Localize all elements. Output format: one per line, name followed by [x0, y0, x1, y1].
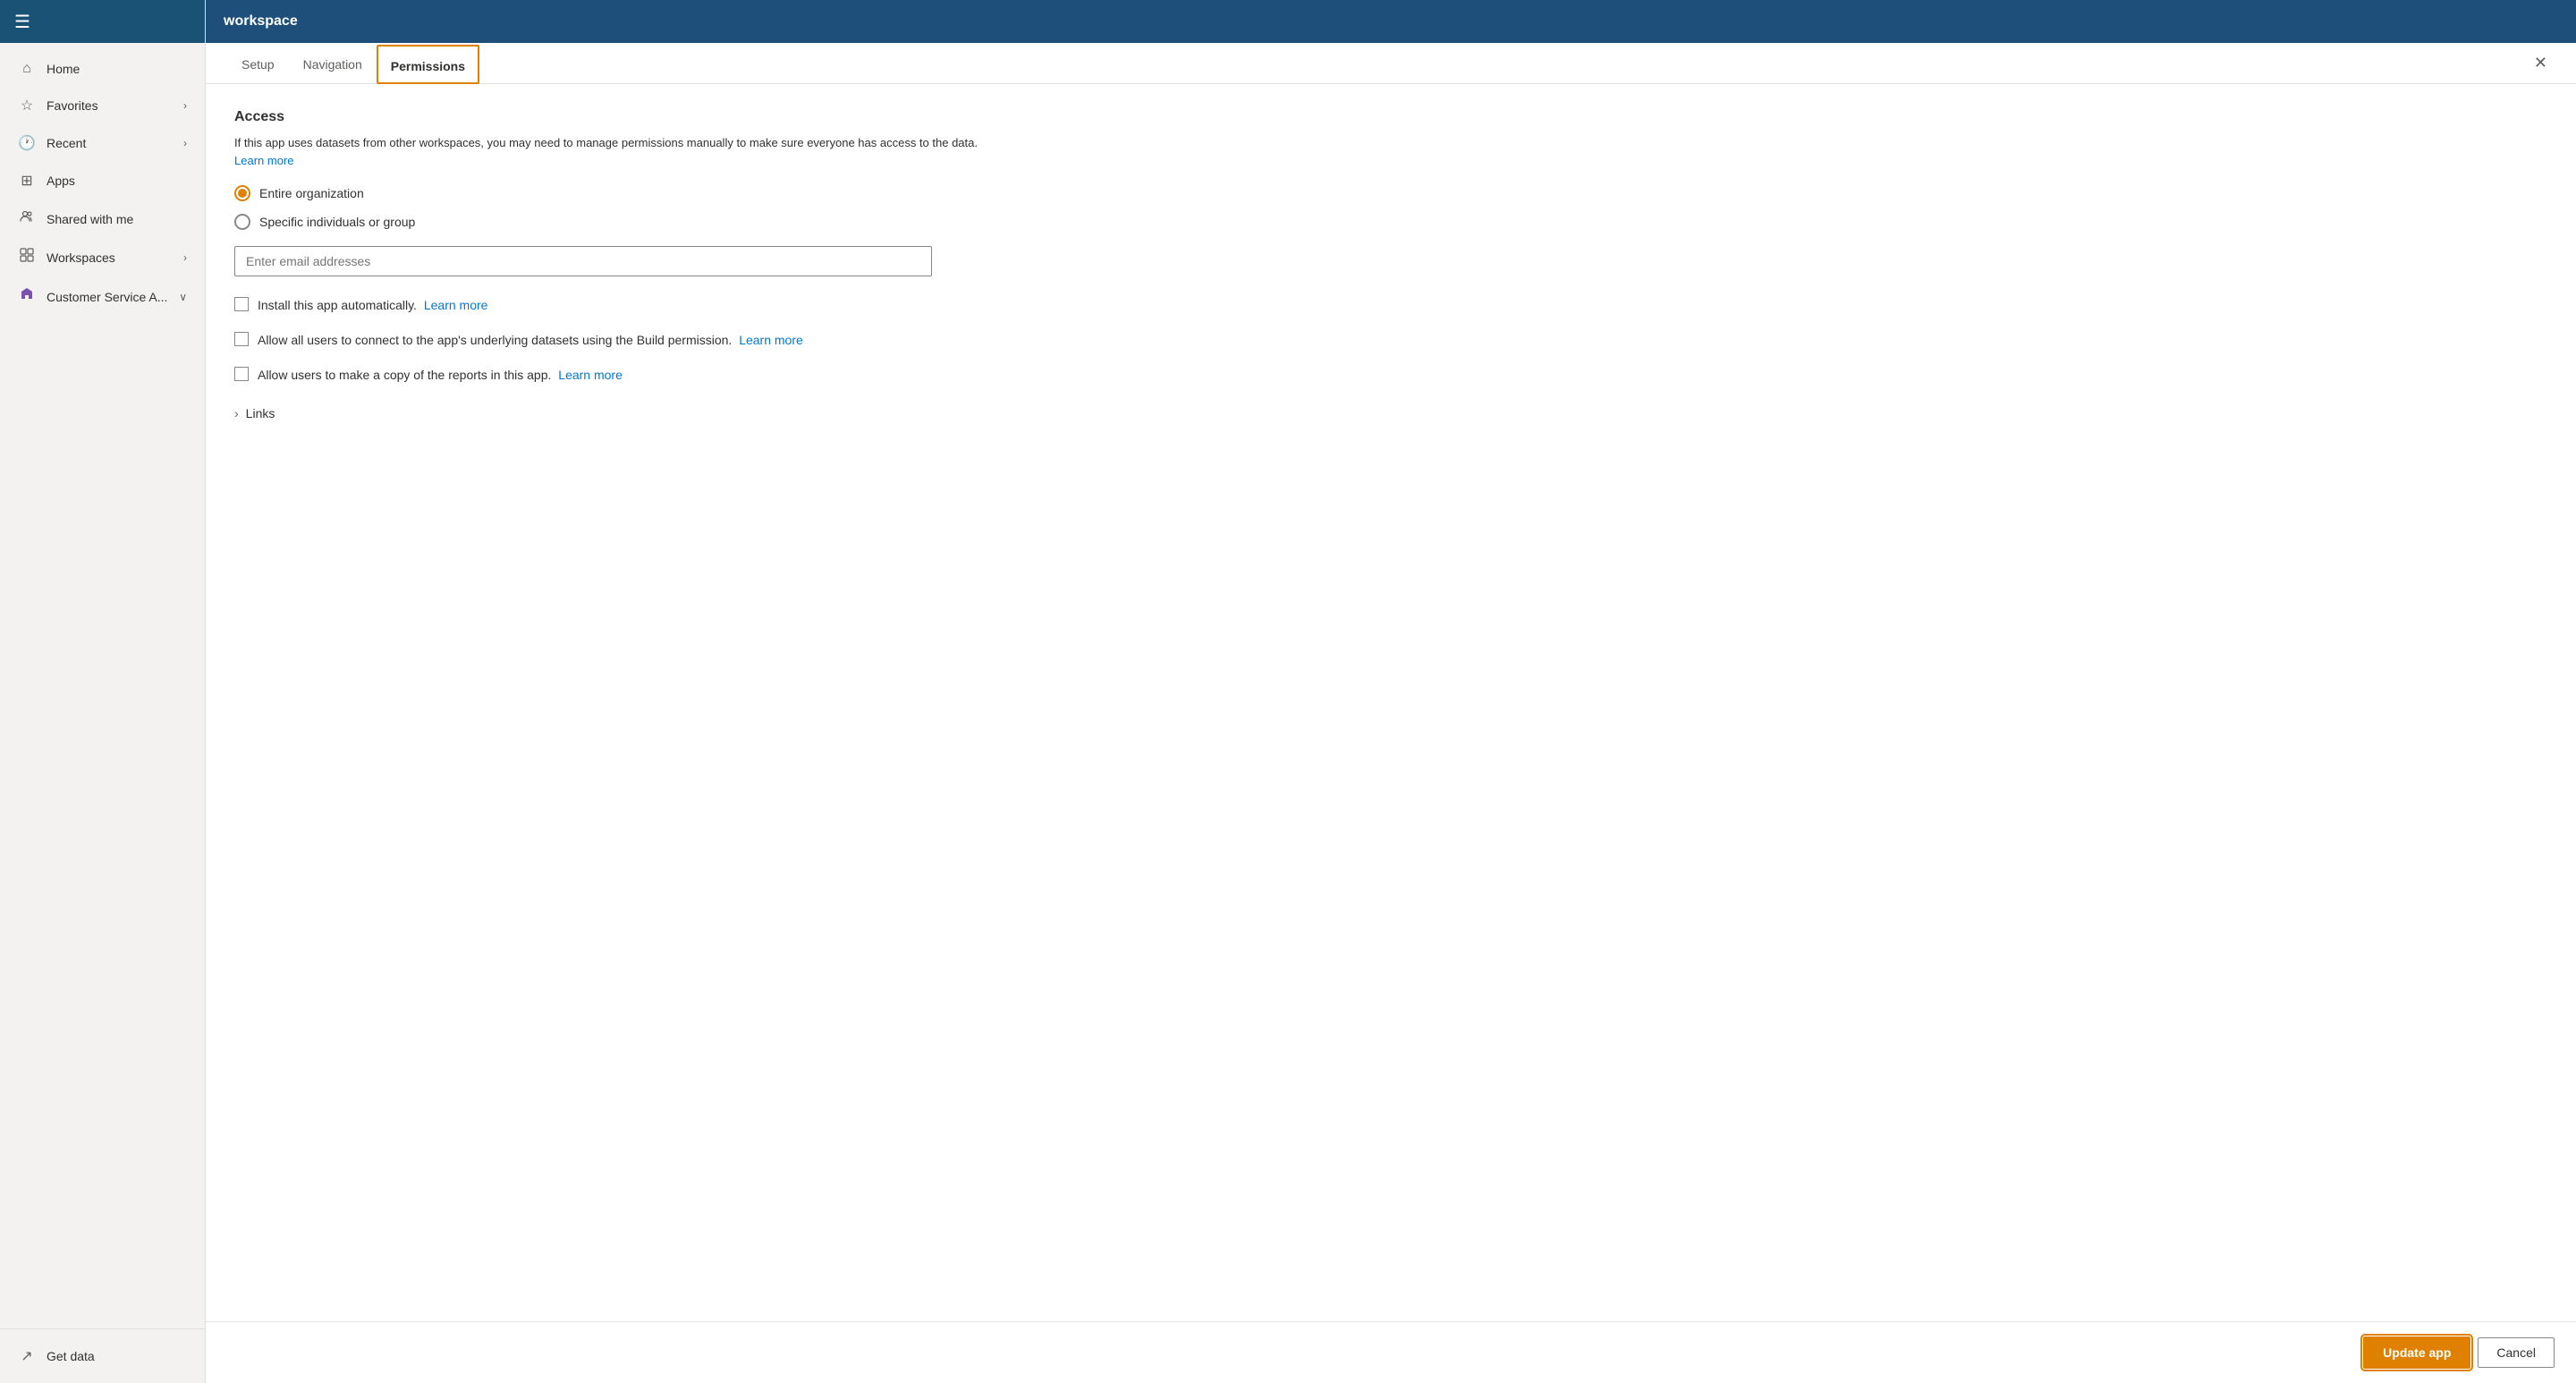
radio-specific-label: Specific individuals or group — [259, 215, 415, 229]
tabs-row: Setup Navigation Permissions ✕ — [206, 43, 2576, 84]
get-data-item[interactable]: ↗ Get data — [14, 1338, 191, 1374]
checkbox-allow-build: Allow all users to connect to the app's … — [234, 331, 982, 350]
favorites-icon: ☆ — [18, 97, 36, 115]
radio-specific-input[interactable] — [234, 214, 250, 230]
links-section[interactable]: › Links — [234, 406, 982, 420]
email-input[interactable] — [234, 246, 932, 276]
radio-entire-org-label: Entire organization — [259, 186, 364, 200]
main-area: workspace Setup Navigation Permissions ✕… — [206, 0, 2576, 1383]
get-data-label: Get data — [47, 1349, 95, 1363]
allow-build-label: Allow all users to connect to the app's … — [258, 331, 803, 350]
content-area: Setup Navigation Permissions ✕ Access If… — [206, 43, 2576, 1383]
chevron-right-icon: › — [183, 99, 187, 112]
sidebar: ☰ ⌂ Home ☆ Favorites › 🕐 Recent › ⊞ Apps — [0, 0, 206, 1383]
sidebar-item-workspaces-label: Workspaces — [47, 250, 115, 265]
chevron-right-icon: › — [183, 251, 187, 264]
checkbox-install-auto: Install this app automatically. Learn mo… — [234, 296, 982, 315]
chevron-down-icon: ∨ — [179, 291, 187, 303]
sidebar-item-shared-label: Shared with me — [47, 212, 133, 226]
radio-specific[interactable]: Specific individuals or group — [234, 214, 982, 230]
sidebar-item-customer-service[interactable]: Customer Service A... ∨ — [4, 277, 201, 316]
access-description: If this app uses datasets from other wor… — [234, 134, 982, 169]
allow-copy-checkbox[interactable] — [234, 367, 249, 381]
sidebar-item-recent-label: Recent — [47, 136, 86, 150]
shared-icon — [18, 209, 36, 228]
permissions-panel: Access If this app uses datasets from ot… — [206, 84, 1011, 445]
tab-setup[interactable]: Setup — [227, 43, 289, 84]
sidebar-item-favorites-label: Favorites — [47, 98, 98, 113]
install-auto-label: Install this app automatically. Learn mo… — [258, 296, 487, 315]
topbar: workspace — [206, 0, 2576, 43]
sidebar-item-favorites[interactable]: ☆ Favorites › — [4, 88, 201, 123]
sidebar-item-workspaces[interactable]: Workspaces › — [4, 239, 201, 276]
hamburger-icon[interactable]: ☰ — [14, 11, 30, 33]
recent-icon: 🕐 — [18, 134, 36, 152]
sidebar-footer: ↗ Get data — [0, 1328, 205, 1383]
customer-service-icon — [18, 286, 36, 307]
sidebar-item-customer-service-label: Customer Service A... — [47, 290, 167, 304]
allow-build-checkbox[interactable] — [234, 332, 249, 346]
sidebar-item-home[interactable]: ⌂ Home — [4, 52, 201, 86]
access-radio-group: Entire organization Specific individuals… — [234, 185, 982, 230]
sidebar-navigation: ⌂ Home ☆ Favorites › 🕐 Recent › ⊞ Apps — [0, 43, 205, 1328]
sidebar-item-shared[interactable]: Shared with me — [4, 200, 201, 237]
apps-icon: ⊞ — [18, 172, 36, 190]
update-app-button[interactable]: Update app — [2363, 1336, 2470, 1369]
links-label: Links — [246, 406, 275, 420]
radio-entire-org-input[interactable] — [234, 185, 250, 201]
learn-more-build-link[interactable]: Learn more — [739, 333, 803, 347]
get-data-icon: ↗ — [18, 1347, 36, 1365]
learn-more-install-link[interactable]: Learn more — [424, 298, 488, 312]
learn-more-link-1[interactable]: Learn more — [234, 154, 293, 167]
sidebar-item-apps[interactable]: ⊞ Apps — [4, 163, 201, 199]
checkbox-allow-copy: Allow users to make a copy of the report… — [234, 366, 982, 385]
workspaces-icon — [18, 248, 36, 267]
action-bar: Update app Cancel — [206, 1321, 2576, 1383]
cancel-button[interactable]: Cancel — [2478, 1337, 2555, 1368]
sidebar-item-recent[interactable]: 🕐 Recent › — [4, 125, 201, 161]
sidebar-item-home-label: Home — [47, 62, 80, 76]
chevron-right-icon: › — [183, 137, 187, 149]
chevron-right-icon: › — [234, 406, 239, 420]
learn-more-copy-link[interactable]: Learn more — [558, 368, 623, 382]
access-title: Access — [234, 109, 982, 125]
allow-copy-label: Allow users to make a copy of the report… — [258, 366, 623, 385]
close-button[interactable]: ✕ — [2527, 47, 2555, 80]
topbar-title: workspace — [224, 13, 298, 30]
tab-permissions[interactable]: Permissions — [377, 45, 479, 84]
install-auto-checkbox[interactable] — [234, 297, 249, 311]
sidebar-header: ☰ — [0, 0, 205, 43]
tab-navigation[interactable]: Navigation — [289, 43, 377, 84]
home-icon: ⌂ — [18, 61, 36, 77]
sidebar-item-apps-label: Apps — [47, 174, 75, 188]
checkbox-group: Install this app automatically. Learn mo… — [234, 296, 982, 385]
radio-entire-org[interactable]: Entire organization — [234, 185, 982, 201]
